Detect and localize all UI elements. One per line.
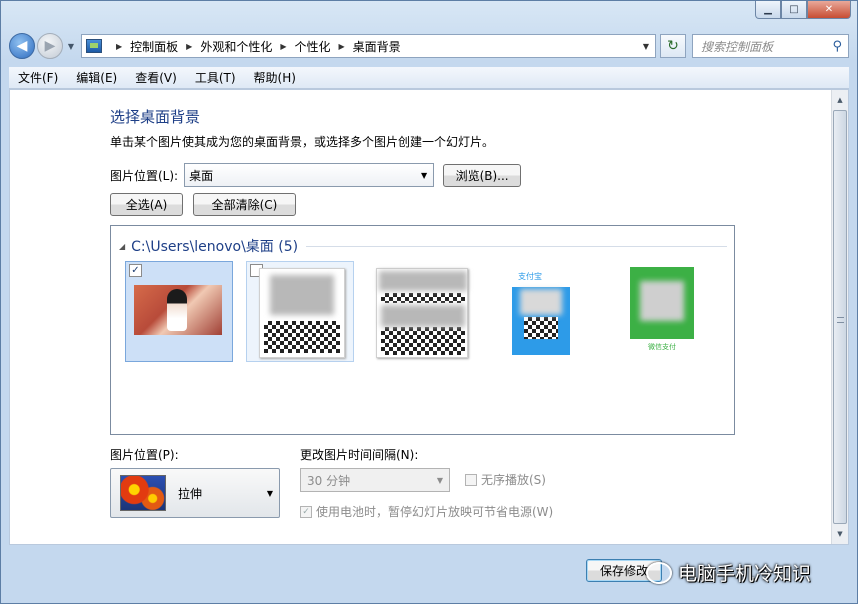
gallery-group-header[interactable]: ◢ C:\Users\lenovo\桌面 (5) xyxy=(119,236,727,256)
scroll-up-icon[interactable]: ▲ xyxy=(833,92,847,108)
recent-pages-dropdown[interactable]: ▼ xyxy=(65,42,77,51)
forward-button[interactable]: ▶ xyxy=(37,33,63,59)
scroll-down-icon[interactable]: ▼ xyxy=(833,526,847,542)
chevron-down-icon[interactable]: ▼ xyxy=(637,42,655,51)
interval-value: 30 分钟 xyxy=(307,473,351,488)
chevron-right-icon[interactable]: ▶ xyxy=(280,42,286,51)
blurred-region xyxy=(520,289,562,315)
picture-location-select[interactable]: 桌面 ▼ xyxy=(184,163,435,187)
menu-edit[interactable]: 编辑(E) xyxy=(67,69,126,86)
checkbox-box[interactable]: ✓ xyxy=(300,505,312,518)
blurred-region xyxy=(270,275,334,315)
person-image xyxy=(167,289,187,331)
battery-pause-label: 使用电池时，暂停幻灯片放映可节省电源(W) xyxy=(316,505,554,519)
refresh-button[interactable]: ↻ xyxy=(660,34,686,58)
breadcrumb-desktop-background[interactable]: 桌面背景 xyxy=(353,38,401,55)
item-checkbox[interactable]: ✓ xyxy=(129,264,142,277)
search-icon[interactable]: ⚲ xyxy=(832,39,842,54)
interval-select[interactable]: 30 分钟 ▼ xyxy=(300,468,450,492)
alipay-logo: 支付宝 xyxy=(512,267,570,287)
qr-code-image xyxy=(524,317,558,339)
blurred-region xyxy=(381,305,465,327)
picture-location-row: 图片位置(L): 桌面 ▼ 浏览(B)... xyxy=(110,163,522,187)
breadcrumb-personalization[interactable]: 个性化 xyxy=(295,38,331,55)
battery-pause-checkbox[interactable]: ✓ 使用电池时，暂停幻灯片放映可节省电源(W) xyxy=(300,503,553,520)
qr-code-thumbnail xyxy=(376,268,468,358)
checkbox-box[interactable] xyxy=(465,473,477,486)
breadcrumb-appearance[interactable]: 外观和个性化 xyxy=(200,38,272,55)
collapse-icon[interactable]: ◢ xyxy=(119,242,125,251)
close-button[interactable]: ✕ xyxy=(807,1,851,19)
menu-file[interactable]: 文件(F) xyxy=(9,69,67,86)
picture-gallery: ◢ C:\Users\lenovo\桌面 (5) ✓ 支付宝 微信支付 xyxy=(110,225,735,435)
qr-code-image xyxy=(381,293,465,303)
selection-buttons: 全选(A) 全部清除(C) xyxy=(110,193,296,216)
gallery-item-desktop[interactable]: ✓ xyxy=(125,261,233,362)
wechat-pay-qr-thumbnail: 微信支付 xyxy=(630,267,694,355)
picture-position-label: 图片位置(P): xyxy=(110,448,179,462)
search-input[interactable]: 搜索控制面板 ⚲ xyxy=(692,34,849,58)
picture-location-value: 桌面 xyxy=(189,168,214,183)
minimize-button[interactable]: ▁ xyxy=(755,1,781,19)
chevron-down-icon: ▼ xyxy=(420,170,428,180)
arrow-left-icon: ◀ xyxy=(16,38,28,54)
interval-label: 更改图片时间间隔(N): xyxy=(300,448,419,462)
scroll-thumb[interactable] xyxy=(833,110,847,524)
gallery-group-label: C:\Users\lenovo\桌面 (5) xyxy=(131,239,299,255)
wechat-logo-icon xyxy=(646,561,672,584)
watermark: 电脑手机冷知识 xyxy=(646,559,811,586)
gallery-item-wechat[interactable]: 微信支付 xyxy=(609,261,717,362)
clear-all-button[interactable]: 全部清除(C) xyxy=(193,193,296,216)
chevron-right-icon[interactable]: ▶ xyxy=(339,42,345,51)
caption-buttons: ▁ □ ✕ xyxy=(755,1,851,19)
search-placeholder: 搜索控制面板 xyxy=(701,39,774,54)
select-all-button[interactable]: 全选(A) xyxy=(110,193,183,216)
shuffle-checkbox[interactable]: 无序播放(S) xyxy=(465,471,546,488)
wechat-pay-logo: 微信支付 xyxy=(630,339,694,355)
grip-icon xyxy=(837,317,844,323)
chevron-down-icon: ▼ xyxy=(266,488,273,498)
menu-tools[interactable]: 工具(T) xyxy=(186,69,245,86)
qr-code-image xyxy=(381,327,465,355)
address-row: ◀ ▶ ▼ ▶ 控制面板 ▶ 外观和个性化 ▶ 个性化 ▶ 桌面背景 ▼ ↻ 搜… xyxy=(9,31,849,61)
blurred-region xyxy=(379,271,467,291)
alipay-qr-thumbnail: 支付宝 xyxy=(512,267,570,355)
menu-view[interactable]: 查看(V) xyxy=(126,69,186,86)
refresh-icon: ↻ xyxy=(667,38,679,54)
gallery-item-qr-2[interactable] xyxy=(367,261,475,362)
chevron-right-icon[interactable]: ▶ xyxy=(186,42,192,51)
blurred-region xyxy=(640,281,684,321)
picture-position-value: 拉伸 xyxy=(178,486,203,501)
gallery-item-alipay[interactable]: 支付宝 xyxy=(488,261,596,362)
back-button[interactable]: ◀ xyxy=(9,33,35,59)
qr-code-image xyxy=(264,321,340,353)
picture-position-select[interactable]: 拉伸 ▼ xyxy=(110,468,280,518)
control-panel-icon xyxy=(86,39,102,53)
menu-help[interactable]: 帮助(H) xyxy=(245,69,305,86)
chevron-down-icon: ▼ xyxy=(436,475,443,485)
arrow-right-icon: ▶ xyxy=(44,38,56,54)
qr-code-thumbnail xyxy=(259,268,345,358)
flower-preview-icon xyxy=(120,475,166,511)
vertical-scrollbar[interactable]: ▲ ▼ xyxy=(831,90,848,544)
footer: 保存修改 电脑手机冷知识 xyxy=(9,549,849,595)
picture-location-label: 图片位置(L): xyxy=(110,168,179,183)
chevron-right-icon[interactable]: ▶ xyxy=(116,42,122,51)
watermark-text: 电脑手机冷知识 xyxy=(678,563,812,585)
breadcrumb-control-panel[interactable]: 控制面板 xyxy=(130,38,178,55)
gallery-item-qr-1[interactable] xyxy=(246,261,354,362)
page-title: 选择桌面背景 xyxy=(110,108,201,126)
menu-bar: 文件(F) 编辑(E) 查看(V) 工具(T) 帮助(H) xyxy=(9,67,849,89)
divider xyxy=(306,245,727,247)
page-description: 单击某个图片使其成为您的桌面背景，或选择多个图片创建一个幻灯片。 xyxy=(110,135,495,149)
shuffle-label: 无序播放(S) xyxy=(481,473,546,487)
desktop-screenshot-thumbnail xyxy=(134,285,222,335)
control-panel-window: ▁ □ ✕ ◀ ▶ ▼ ▶ 控制面板 ▶ 外观和个性化 ▶ 个性化 ▶ 桌面背景… xyxy=(0,0,858,604)
content-pane: 选择桌面背景 单击某个图片使其成为您的桌面背景，或选择多个图片创建一个幻灯片。 … xyxy=(9,89,849,545)
maximize-button[interactable]: □ xyxy=(781,1,807,19)
browse-button[interactable]: 浏览(B)... xyxy=(443,163,522,187)
address-bar[interactable]: ▶ 控制面板 ▶ 外观和个性化 ▶ 个性化 ▶ 桌面背景 ▼ xyxy=(81,34,656,58)
